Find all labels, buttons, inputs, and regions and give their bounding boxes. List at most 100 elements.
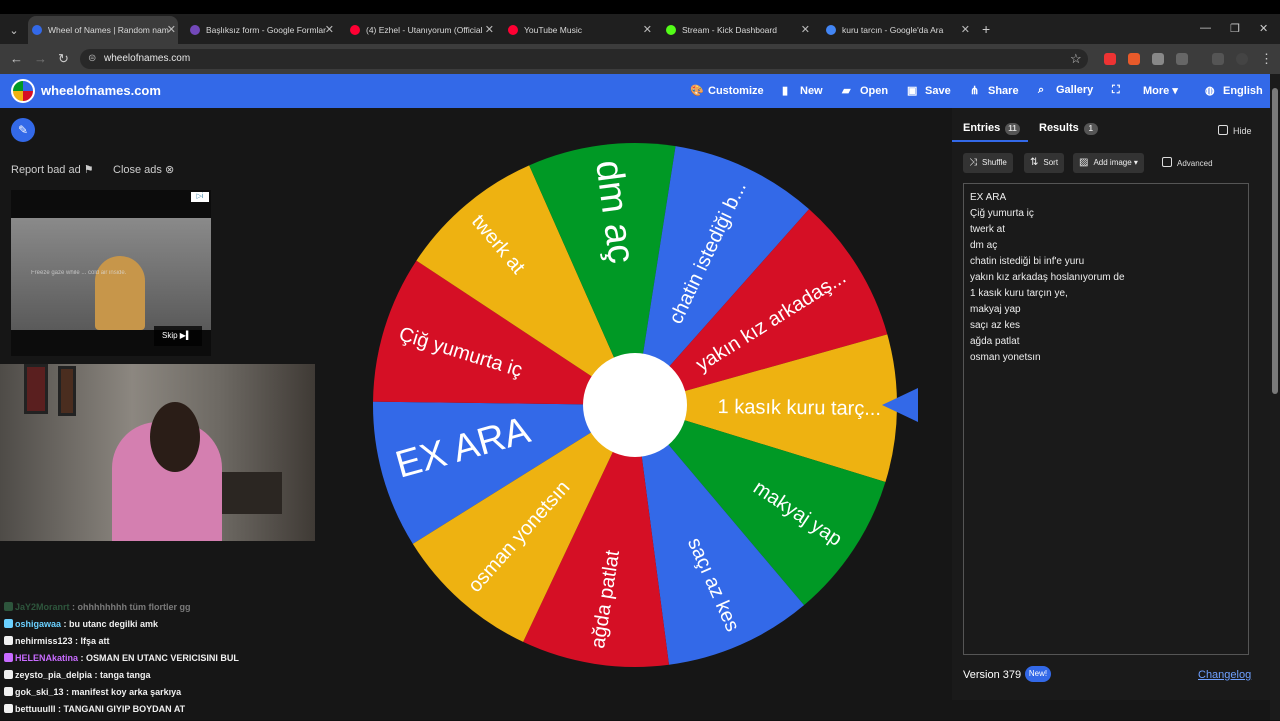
back-icon[interactable]: ← — [10, 51, 23, 66]
close-circle-icon: ⊗ — [164, 164, 175, 176]
shuffle-button[interactable]: ⤨ Shuffle — [963, 153, 1013, 173]
menu-item-share[interactable]: ⋔ Share — [970, 84, 1019, 97]
ad-skip-button[interactable]: Skip ▶▍ — [154, 326, 202, 346]
browser-menu-icon[interactable]: ⋮ — [1260, 51, 1273, 67]
address-toolbar: ← → ↻ ⊜ wheelofnames.com ☆ ⋮ — [0, 44, 1280, 74]
file-icon: ▮ — [782, 85, 789, 97]
tab-close-icon[interactable]: ✕ — [485, 16, 494, 44]
menu-item-english[interactable]: ◍ English — [1205, 84, 1263, 97]
menu-item-save[interactable]: ▣ Save — [907, 84, 951, 97]
chat-username: HELENAkatina — [15, 653, 79, 663]
close-ads-link[interactable]: Close ads ⊗ — [113, 163, 174, 176]
site-brand[interactable]: wheelofnames.com — [41, 83, 161, 98]
menu-item-fullscreen[interactable]: ⛶ — [1112, 84, 1130, 97]
wheel-logo-icon[interactable] — [11, 79, 35, 103]
wall-poster — [58, 366, 76, 416]
browser-tab[interactable]: kuru tarcın - Google'da Ara ✕ — [822, 16, 972, 44]
browser-tab[interactable]: Stream - Kick Dashboard ✕ — [662, 16, 812, 44]
tab-favicon-icon — [350, 25, 360, 35]
tab-favicon-icon — [32, 25, 42, 35]
folder-icon: ▰ — [842, 85, 851, 97]
chat-separator: : — [55, 704, 64, 714]
extension-icon[interactable] — [1128, 53, 1140, 65]
tab-search-button[interactable]: ⌄ — [6, 23, 22, 39]
checkbox-icon[interactable] — [1218, 125, 1228, 135]
browser-tab[interactable]: Wheel of Names | Random nam ✕ — [28, 16, 178, 44]
sort-button[interactable]: ⇅ Sort — [1024, 153, 1065, 173]
browser-tab[interactable]: YouTube Music ✕ — [504, 16, 654, 44]
tab-entries[interactable]: Entries 11 — [963, 122, 1020, 135]
new-tab-button[interactable]: + — [982, 21, 990, 37]
restore-icon[interactable]: ❐ — [1230, 22, 1240, 35]
tab-close-icon[interactable]: ✕ — [167, 16, 176, 44]
browser-tab[interactable]: Başlıksız form - Google Formlar ✕ — [186, 16, 336, 44]
extension-icon[interactable] — [1152, 53, 1164, 65]
changelog-link[interactable]: Changelog — [1198, 669, 1251, 681]
minimize-icon[interactable]: — — [1200, 22, 1211, 34]
media-controls-icon[interactable] — [1212, 53, 1224, 65]
extension-icon[interactable] — [1104, 53, 1116, 65]
page-scrollbar[interactable] — [1270, 74, 1280, 720]
sort-icon: ⇅ — [1030, 157, 1039, 168]
tab-close-icon[interactable]: ✕ — [643, 16, 652, 44]
menu-item-more[interactable]: More ▾ — [1143, 84, 1178, 97]
edit-wheel-button[interactable]: ✎ — [11, 118, 35, 142]
menu-item-customize[interactable]: 🎨 Customize — [690, 84, 764, 97]
tab-close-icon[interactable]: ✕ — [325, 16, 334, 44]
close-window-icon[interactable]: ✕ — [1259, 22, 1268, 35]
entry-line: makyaj yap — [970, 304, 1021, 315]
name-wheel[interactable]: EX ARAÇiğ yumurta içtwerk at dm aç chatin … — [370, 140, 900, 670]
entries-count-badge: 11 — [1005, 123, 1020, 135]
results-count-badge: 1 — [1083, 123, 1098, 135]
forward-icon[interactable]: → — [34, 51, 47, 66]
chat-separator: : — [61, 619, 70, 629]
extensions-puzzle-icon[interactable] — [1176, 53, 1188, 65]
menu-item-open[interactable]: ▰ Open — [842, 84, 888, 97]
scrollbar-thumb[interactable] — [1272, 88, 1278, 394]
tab-close-icon[interactable]: ✕ — [801, 16, 810, 44]
image-icon: ▨ — [1079, 157, 1089, 168]
chat-username: gok_ski_13 — [15, 687, 64, 697]
search-icon: ⌕ — [1038, 84, 1045, 96]
wheel-label-group: 1 kasık kuru tarç... — [717, 396, 881, 420]
menu-item-label: Save — [925, 85, 951, 97]
profile-avatar[interactable] — [1236, 53, 1248, 65]
report-bad-ad-link[interactable]: Report bad ad ⚑ — [11, 163, 94, 176]
tab-favicon-icon — [190, 25, 200, 35]
active-tab-indicator — [952, 140, 1028, 142]
browser-tab[interactable]: (4) Ezhel - Utanıyorum (Official ✕ — [346, 16, 496, 44]
tab-close-icon[interactable]: ✕ — [961, 16, 970, 44]
chat-text: ohhhhhhhh tüm flortler gg — [77, 602, 191, 612]
advanced-checkbox[interactable]: Advanced — [1162, 157, 1213, 168]
reload-icon[interactable]: ↻ — [58, 51, 69, 67]
tab-results-label: Results — [1039, 122, 1079, 134]
wheel-container[interactable]: EX ARA Çiğ yumurta iç twerk at dm aç chatin … — [370, 140, 900, 670]
add-image-button[interactable]: ▨ Add image ▾ — [1073, 153, 1144, 173]
wheel-center-hub[interactable] — [583, 353, 687, 457]
menu-item-gallery[interactable]: ⌕ Gallery — [1038, 84, 1093, 97]
entry-line: osman yonetsın — [970, 352, 1041, 363]
chat-badge-icon — [4, 653, 13, 662]
chat-separator: : — [63, 687, 72, 697]
tab-results[interactable]: Results 1 — [1039, 122, 1098, 135]
ad-video[interactable]: Freeze gaze while ... cold air inside. S… — [11, 218, 211, 346]
chat-separator: : — [92, 670, 101, 680]
hide-checkbox[interactable]: Hide — [1218, 125, 1252, 136]
tab-entries-label: Entries — [963, 122, 1001, 134]
entry-line: twerk at — [970, 224, 1006, 235]
chat-text: OSMAN EN UTANC VERICISINI BUL — [86, 653, 239, 663]
share-icon: ⋔ — [970, 85, 980, 97]
checkbox-icon[interactable] — [1162, 157, 1172, 167]
tab-title: kuru tarcın - Google'da Ara — [842, 25, 944, 35]
tab-title: Wheel of Names | Random nam — [48, 25, 169, 35]
entries-textarea[interactable]: EX ARA Çiğ yumurta iç twerk at dm aç chatin … — [963, 183, 1249, 655]
entry-line: 1 kasık kuru tarçın ye, — [970, 288, 1068, 299]
bookmark-star-icon[interactable]: ☆ — [1070, 51, 1082, 67]
menu-item-new[interactable]: ▮ New — [782, 84, 823, 97]
entry-line: EX ARA — [970, 192, 1007, 203]
entry-line: ağda patlat — [970, 336, 1020, 347]
ad-choices-icon[interactable]: ▷i — [191, 192, 209, 202]
url-bar[interactable]: ⊜ wheelofnames.com — [80, 49, 1088, 69]
version-label: Version 379 — [963, 669, 1022, 681]
site-info-icon[interactable]: ⊜ — [88, 53, 100, 65]
